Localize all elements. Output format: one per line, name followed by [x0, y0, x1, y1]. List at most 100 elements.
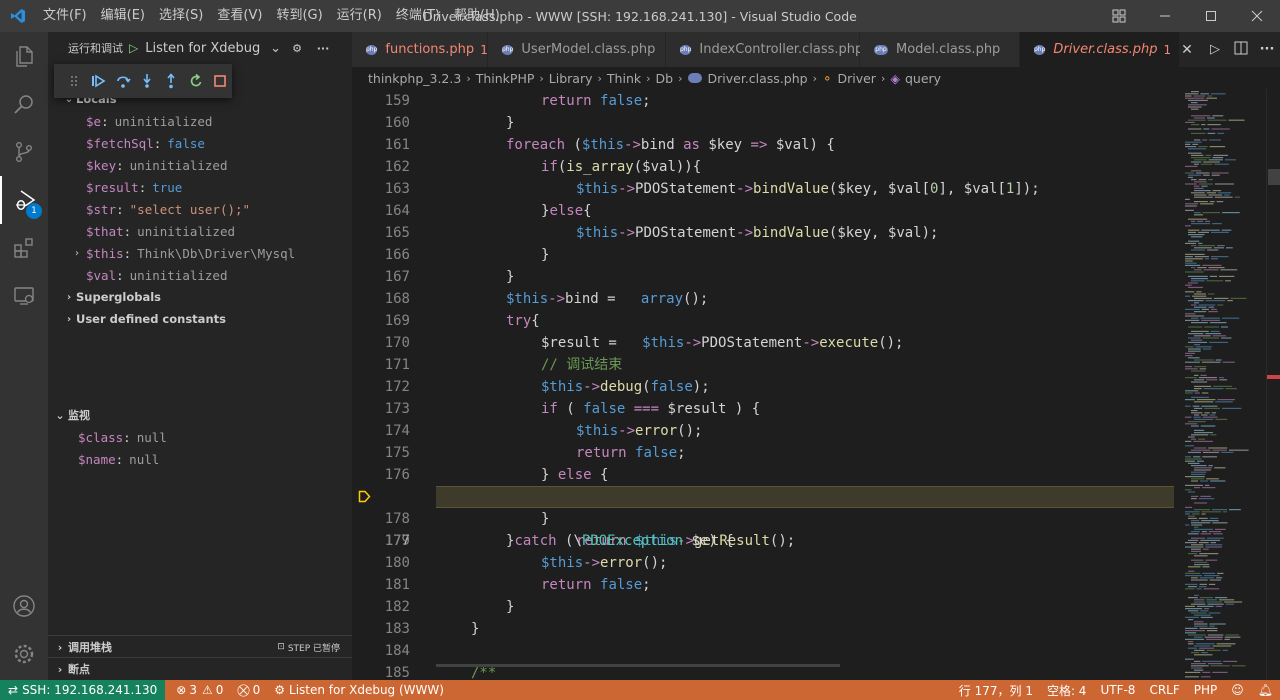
- search-icon[interactable]: [0, 80, 48, 128]
- minimap-line: [1211, 258, 1218, 260]
- step-out-icon[interactable]: [159, 68, 183, 94]
- continue-icon[interactable]: [86, 68, 110, 94]
- chevron-down-icon[interactable]: ⌄: [270, 41, 281, 56]
- code-line: 159 return false;: [352, 90, 1182, 112]
- minimap-line: [1200, 480, 1209, 482]
- tab-label: Driver.class.php: [1053, 42, 1158, 57]
- breadcrumb-item[interactable]: Library: [549, 71, 593, 86]
- tab-driver[interactable]: php Driver.class.php 1 ✕: [1020, 32, 1193, 67]
- tab-indexcontroller[interactable]: php IndexController.class.php: [666, 32, 863, 67]
- scroll-thumb[interactable]: [1268, 169, 1280, 185]
- horizontal-scrollbar[interactable]: [436, 664, 840, 667]
- run-file-icon[interactable]: ▷: [1202, 42, 1228, 57]
- variable-row[interactable]: $str: "select user();": [48, 198, 352, 220]
- callstack-header[interactable]: › 调用堆栈 ⊡ STEP 已暂停: [48, 636, 352, 658]
- cursor-position[interactable]: 行 177，列 1: [952, 680, 1040, 700]
- extensions-icon[interactable]: [0, 224, 48, 272]
- run-debug-icon[interactable]: 1: [0, 176, 48, 224]
- indentation[interactable]: 空格: 4: [1040, 680, 1094, 700]
- split-editor-icon[interactable]: [1228, 41, 1254, 59]
- line-number: 160: [384, 115, 410, 131]
- notifications-bell-icon[interactable]: 🔔︎: [1251, 680, 1280, 700]
- minimize-icon[interactable]: [1142, 0, 1188, 32]
- remote-explorer-icon[interactable]: [0, 272, 48, 320]
- minimap-line: [1225, 603, 1235, 605]
- restart-icon[interactable]: [183, 68, 207, 94]
- watch-item[interactable]: $name: null: [48, 448, 352, 470]
- menu-selection[interactable]: 选择(S): [152, 0, 210, 32]
- minimap-line: [1196, 460, 1204, 462]
- breadcrumb-item[interactable]: query: [905, 71, 941, 86]
- code-line: 162 if(is_array($val)){: [352, 156, 1182, 178]
- breadcrumb-item[interactable]: ThinkPHP: [476, 71, 535, 86]
- minimap-line: [1204, 258, 1210, 260]
- superglobals-section[interactable]: › Superglobals: [48, 286, 352, 308]
- vertical-scrollbar[interactable]: [1266, 89, 1280, 680]
- debug-settings-gear-icon[interactable]: ⚙: [287, 42, 307, 55]
- minimap-line: [1191, 154, 1204, 156]
- minimap-line: [1204, 484, 1210, 486]
- menu-go[interactable]: 转到(G): [269, 0, 329, 32]
- breadcrumb-item[interactable]: Driver.class.php: [708, 71, 808, 86]
- code-editor[interactable]: 159 return false; 160} 161 foreach ($this-…: [352, 89, 1182, 680]
- menu-edit[interactable]: 编辑(E): [94, 0, 152, 32]
- end-of-line[interactable]: CRLF: [1142, 680, 1186, 700]
- layout-toggle-icon[interactable]: [1096, 0, 1142, 32]
- variable-row[interactable]: $key: uninitialized: [48, 154, 352, 176]
- menu-terminal[interactable]: 终端(T): [389, 0, 447, 32]
- tab-usermodel[interactable]: php UserModel.class.php: [488, 32, 666, 67]
- minimap-line: [1209, 414, 1216, 416]
- tab-label: Model.class.php: [896, 42, 1001, 57]
- breadcrumb-item[interactable]: Think: [607, 71, 641, 86]
- user-constants-section[interactable]: › User defined constants: [48, 308, 352, 330]
- remote-indicator[interactable]: ⇄ SSH: 192.168.241.130: [0, 680, 166, 700]
- code-line: 184: [352, 640, 1182, 662]
- step-over-icon[interactable]: [111, 68, 135, 94]
- debug-config-select[interactable]: ▷ Listen for Xdebug ⌄: [129, 37, 281, 59]
- minimap-line: [1185, 366, 1193, 368]
- variable-row[interactable]: $result: true: [48, 176, 352, 198]
- variable-row[interactable]: $val: uninitialized: [48, 264, 352, 286]
- minimap-line: [1216, 201, 1224, 203]
- tab-functions-php[interactable]: php functions.php 1: [352, 32, 488, 67]
- watch-header[interactable]: ⌄ 监视: [48, 404, 352, 426]
- menu-run[interactable]: 运行(R): [330, 0, 389, 32]
- drag-handle-icon[interactable]: [62, 68, 86, 94]
- maximize-icon[interactable]: [1188, 0, 1234, 32]
- variable-row[interactable]: $that: uninitialized: [48, 220, 352, 242]
- minimap[interactable]: [1182, 89, 1266, 680]
- minimap-line: [1214, 528, 1226, 530]
- feedback-icon[interactable]: ☺: [1224, 680, 1251, 700]
- breadcrumb-item[interactable]: thinkphp_3.2.3: [368, 71, 461, 86]
- breakpoints-header[interactable]: › 断点: [48, 658, 352, 680]
- step-into-icon[interactable]: [135, 68, 159, 94]
- language-mode[interactable]: PHP: [1187, 680, 1225, 700]
- debug-status[interactable]: ⚙ Listen for Xdebug (WWW): [267, 680, 451, 700]
- ports-indicator[interactable]: ⛒ 0: [230, 680, 267, 700]
- explorer-icon[interactable]: [0, 32, 48, 80]
- more-actions-icon[interactable]: ···: [313, 42, 333, 55]
- watch-item[interactable]: $class: null: [48, 426, 352, 448]
- menu-help[interactable]: 帮助(H): [447, 0, 507, 32]
- menu-view[interactable]: 查看(V): [210, 0, 269, 32]
- variable-row[interactable]: $e: uninitialized: [48, 110, 352, 132]
- chevron-right-icon[interactable]: ›: [70, 248, 84, 259]
- close-tab-icon[interactable]: ✕: [1181, 42, 1193, 58]
- settings-gear-icon[interactable]: [0, 630, 48, 678]
- problems-indicator[interactable]: ⊗ 3 ⚠ 0: [169, 680, 230, 700]
- minimap-line: [1191, 322, 1208, 324]
- start-debug-icon[interactable]: ▷: [129, 41, 138, 55]
- tab-model[interactable]: php Model.class.php: [860, 32, 1020, 67]
- source-control-icon[interactable]: [0, 128, 48, 176]
- menu-file[interactable]: 文件(F): [36, 0, 94, 32]
- breadcrumb-item[interactable]: Driver: [837, 71, 875, 86]
- encoding[interactable]: UTF-8: [1093, 680, 1142, 700]
- variable-row[interactable]: $fetchSql: false: [48, 132, 352, 154]
- breadcrumb-item[interactable]: Db: [656, 71, 674, 86]
- more-actions-icon[interactable]: ···: [1254, 42, 1280, 57]
- close-window-icon[interactable]: [1234, 0, 1280, 32]
- debug-stackframe-icon[interactable]: [358, 490, 371, 503]
- account-icon[interactable]: [0, 582, 48, 630]
- stop-icon[interactable]: [208, 68, 232, 94]
- variable-row[interactable]: › $this: Think\Db\Driver\Mysql: [48, 242, 352, 264]
